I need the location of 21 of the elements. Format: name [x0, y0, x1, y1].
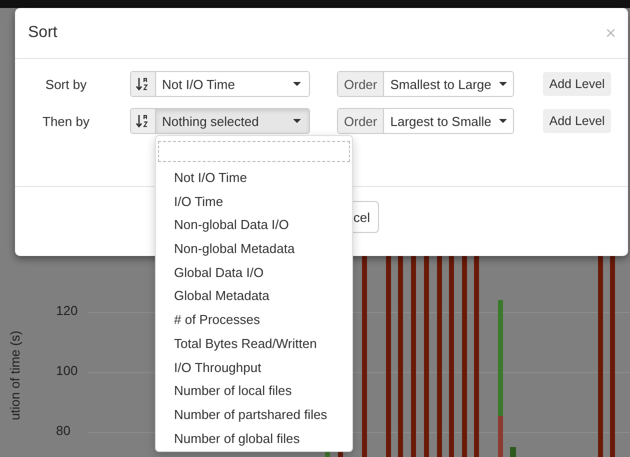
y-tick-label: 100: [56, 363, 78, 378]
add-level-button[interactable]: Add Level: [543, 72, 611, 96]
bar: [510, 447, 516, 457]
level-label: Then by: [42, 114, 90, 128]
y-tick-label: 80: [56, 423, 70, 438]
menu-item[interactable]: Not I/O Time: [158, 166, 350, 190]
menu-item[interactable]: Global Data I/O: [158, 260, 350, 284]
menu-item[interactable]: I/O Throughput: [158, 356, 350, 380]
menu-item[interactable]: Number of global files: [158, 426, 350, 450]
menu-item[interactable]: Non-global Metadata: [158, 237, 350, 261]
y-tick-label: 120: [56, 303, 78, 318]
menu-item[interactable]: # of Processes: [158, 308, 350, 332]
level-label: Sort by: [44, 76, 88, 92]
add-level-button[interactable]: Add Level: [543, 109, 611, 133]
dialog-title: Sort: [28, 24, 58, 42]
search-field[interactable]: [158, 141, 350, 162]
y-axis-label: ution of time (s): [7, 330, 22, 420]
menu-item[interactable]: Global Metadata: [158, 284, 350, 308]
menu-item[interactable]: Number of local files: [158, 379, 350, 403]
menu-item[interactable]: Total Bytes Read/Written: [158, 332, 350, 356]
menu-item[interactable]: Number of partshared files: [158, 402, 350, 427]
